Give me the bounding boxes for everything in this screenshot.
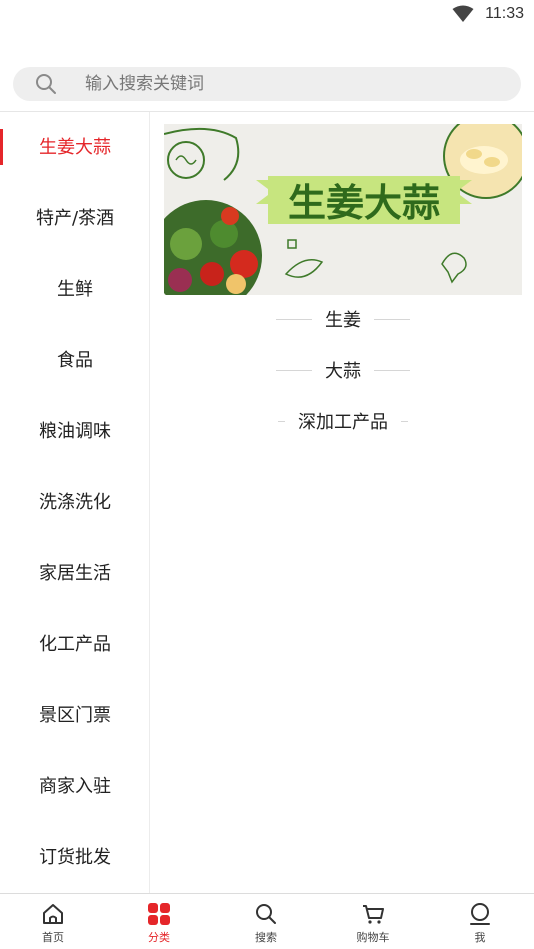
sidebar-item-label: 食品 [57,350,93,371]
user-icon [470,903,490,925]
sidebar-item-home-living[interactable]: 家居生活 [0,538,150,609]
sub-category-label: 生姜 [325,310,361,331]
sidebar-item-merchant-join[interactable]: 商家入驻 [0,751,150,822]
nav-label: 购物车 [356,931,390,944]
status-bar: 11:33 [0,0,534,30]
sidebar-item-tickets[interactable]: 景区门票 [0,680,150,751]
sidebar-item-label: 洗涤洗化 [39,492,111,513]
sidebar-item-label: 家居生活 [39,563,111,584]
nav-category[interactable]: 分类 [106,894,212,949]
nav-home[interactable]: 首页 [0,894,106,949]
sidebar-item-food[interactable]: 食品 [0,325,150,396]
search-icon [256,904,276,924]
nav-cart[interactable]: 购物车 [320,894,426,949]
category-icon [148,903,170,925]
sub-category-ginger[interactable]: 生姜 [164,306,522,336]
sub-category-label: 深加工产品 [298,412,388,433]
active-indicator [0,129,3,165]
sub-category-garlic[interactable]: 大蒜 [164,357,522,387]
sidebar-item-grain-oil[interactable]: 粮油调味 [0,396,150,467]
sidebar-item-label: 特产/茶酒 [35,208,115,229]
nav-me[interactable]: 我 [427,894,533,949]
category-banner[interactable]: 生姜大蒜 [164,124,522,295]
cart-icon [363,905,384,924]
search-input[interactable] [85,67,505,101]
sidebar-item-wholesale[interactable]: 订货批发 [0,822,150,893]
sidebar-item-label: 商家入驻 [39,776,111,797]
nav-label: 搜索 [255,931,277,944]
search-box[interactable] [13,67,521,101]
status-time: 11:33 [485,5,524,22]
category-sidebar: 生姜大蒜 特产/茶酒 生鲜 食品 粮油调味 洗涤洗化 家居生活 化工产品 景区门… [0,112,150,893]
divider [374,369,411,371]
sidebar-item-label: 订货批发 [39,847,111,868]
sidebar-item-detergent[interactable]: 洗涤洗化 [0,467,150,538]
divider [401,420,409,422]
sub-category-label: 大蒜 [325,361,361,382]
sidebar-item-specialty-tea-wine[interactable]: 特产/茶酒 [0,183,150,254]
banner-illustration: 生姜大蒜 [164,124,522,295]
search-icon [36,74,56,94]
divider [275,369,312,371]
bottom-nav: 首页 分类 搜索 购物车 我 [0,893,534,949]
divider [374,318,411,320]
home-icon [43,904,63,924]
sub-category-processed[interactable]: 深加工产品 [164,408,522,438]
sidebar-item-fresh[interactable]: 生鲜 [0,254,150,325]
divider [275,318,312,320]
nav-search[interactable]: 搜索 [213,894,319,949]
divider [277,420,285,422]
wifi-icon [452,5,474,22]
sidebar-item-label: 粮油调味 [39,421,111,442]
sidebar-item-label: 生鲜 [57,279,93,300]
sidebar-item-label: 生姜大蒜 [39,137,111,158]
banner-title: 生姜大蒜 [288,181,440,225]
nav-label: 首页 [42,931,64,944]
sidebar-item-label: 景区门票 [39,705,111,726]
sidebar-item-chemical[interactable]: 化工产品 [0,609,150,680]
sidebar-item-label: 化工产品 [39,634,111,655]
sidebar-item-ginger-garlic[interactable]: 生姜大蒜 [0,112,150,183]
nav-label: 我 [474,931,486,944]
nav-label: 分类 [148,931,170,944]
